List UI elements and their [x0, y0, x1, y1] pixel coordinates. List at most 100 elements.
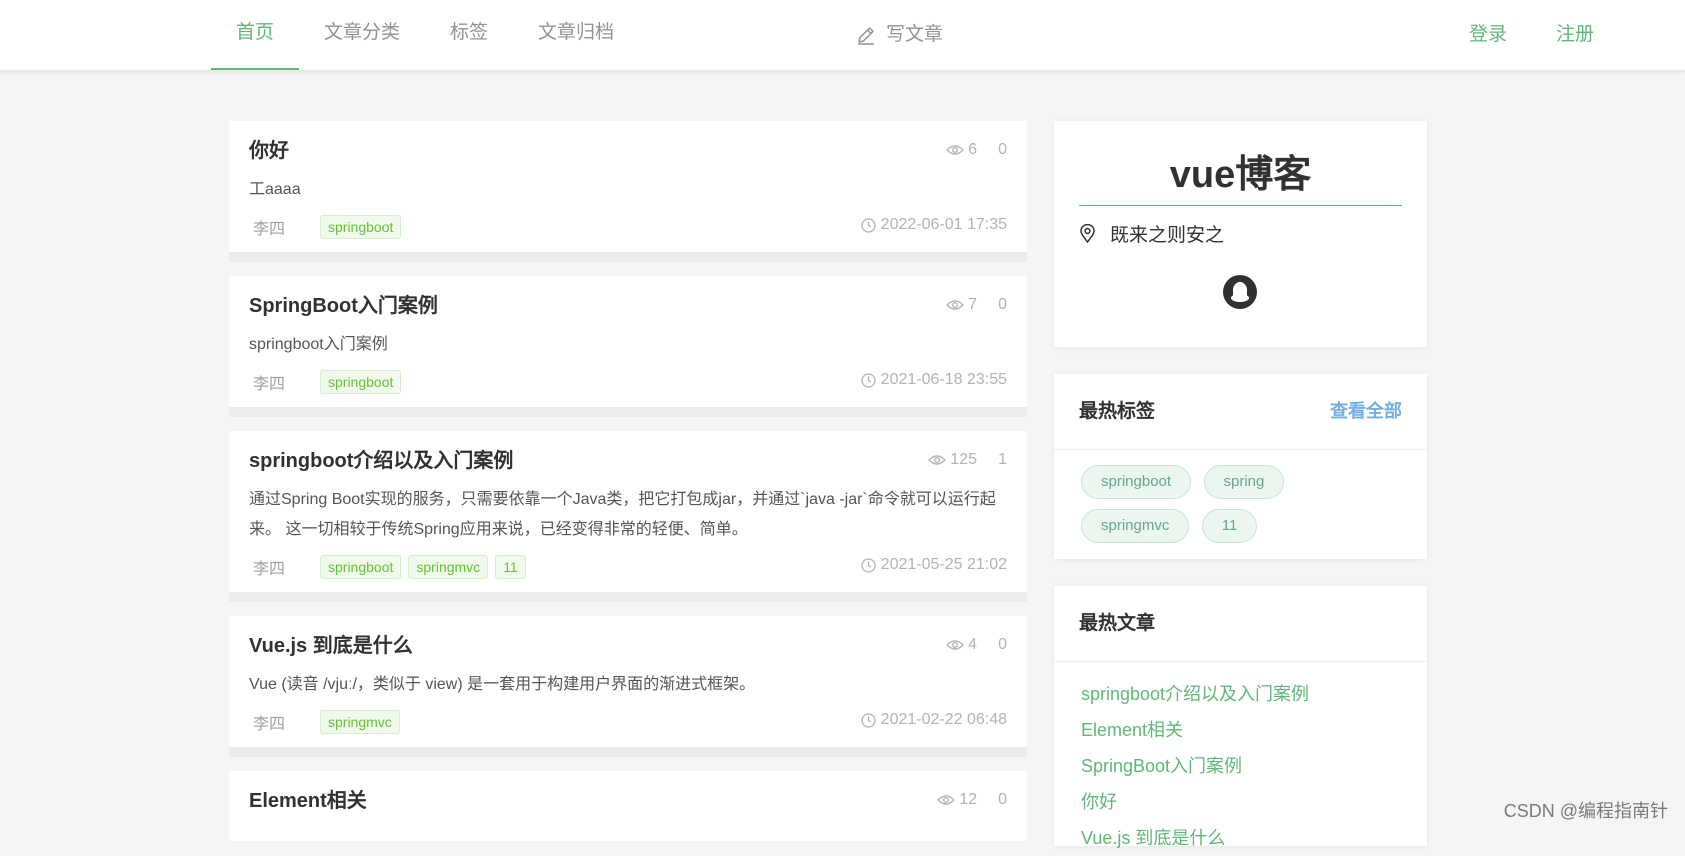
article-summary: springboot入门案例 [249, 336, 388, 353]
hot-articles-header: 最热文章 [1054, 586, 1427, 662]
article-tag[interactable]: 11 [495, 555, 526, 579]
article-title[interactable]: Element相关 [249, 787, 1007, 815]
hot-tag[interactable]: springboot [1081, 465, 1192, 499]
login-link[interactable]: 登录 [1469, 0, 1507, 70]
top-navbar: 首页 文章分类 标签 文章归档 写文章 登录 注册 [0, 0, 1685, 71]
article-title[interactable]: Vue.js 到底是什么 [249, 632, 1007, 660]
hot-articles-card: 最热文章 springboot介绍以及入门案例 Element相关 Spring… [1054, 586, 1427, 848]
hot-tags-header: 最热标签 查看全部 [1054, 374, 1427, 450]
article-tag[interactable]: springboot [320, 555, 402, 579]
hot-articles-list: springboot介绍以及入门案例 Element相关 SpringBoot入… [1054, 662, 1427, 856]
article-summary: 通过Spring Boot实现的服务，只需要依靠一个Java类，把它打包成jar… [249, 491, 996, 538]
watermark: CSDN @编程指南针 [1503, 801, 1668, 821]
write-article-button[interactable]: 写文章 [856, 0, 943, 70]
article-time-value: 2022-06-01 17:35 [880, 216, 1007, 233]
comment-count: 0 [998, 141, 1007, 158]
hot-tag[interactable]: 11 [1201, 509, 1258, 543]
article-author[interactable]: 李四 [253, 555, 320, 579]
article-title[interactable]: SpringBoot入门案例 [249, 292, 1007, 320]
view-count: 7 [946, 296, 977, 314]
article-author[interactable]: 李四 [253, 215, 320, 239]
blog-motto: 既来之则安之 [1079, 220, 1427, 247]
article-card[interactable]: springboot介绍以及入门案例 125 1 通过Spring Boot实现… [229, 431, 1027, 602]
pencil-icon [858, 27, 874, 45]
view-count: 4 [946, 636, 977, 654]
article-title[interactable]: springboot介绍以及入门案例 [249, 447, 1007, 475]
article-title[interactable]: 你好 [249, 137, 1007, 165]
article-stats: 7 0 [946, 296, 1007, 314]
view-count-value: 12 [959, 791, 977, 808]
clock-icon [861, 217, 876, 233]
main-nav: 首页 文章分类 标签 文章归档 [211, 0, 639, 70]
article-tag[interactable]: springmvc [408, 555, 489, 579]
article-meta: 李四 springboot 2021-06-18 23:55 [253, 367, 1007, 397]
article-card[interactable]: 你好 6 0 工aaaa 李四 springboot 2022-06-01 17… [229, 121, 1027, 262]
article-meta: 李四 springboot springmvc 11 2021-05-25 21… [253, 552, 1007, 582]
comment-count: 1 [998, 451, 1007, 468]
article-stats: 12 0 [937, 791, 1007, 809]
view-count: 6 [946, 141, 977, 159]
eye-icon [946, 300, 965, 310]
eye-icon [946, 145, 965, 155]
hot-article-link[interactable]: SpringBoot入门案例 [1081, 748, 1400, 784]
article-time-value: 2021-05-25 21:02 [880, 556, 1007, 573]
hot-article-link[interactable]: 你好 [1081, 784, 1400, 820]
article-meta: 李四 springmvc 2021-02-22 06:48 [253, 707, 1007, 737]
tag-cloud: springboot spring springmvc 11 [1054, 450, 1427, 553]
comment-count: 0 [998, 296, 1007, 313]
write-article-label: 写文章 [886, 24, 944, 45]
article-time: 2021-05-25 21:02 [861, 556, 1007, 574]
article-tag[interactable]: springmvc [320, 710, 400, 734]
article-time: 2022-06-01 17:35 [861, 216, 1007, 234]
hot-article-link[interactable]: Vue.js 到底是什么 [1081, 820, 1400, 856]
location-pin-icon [1080, 224, 1095, 243]
eye-icon [937, 795, 956, 805]
article-summary: Vue (读音 /vjuː/，类似于 view) 是一套用于构建用户界面的渐进式… [249, 676, 756, 693]
hot-tag[interactable]: spring [1203, 465, 1285, 499]
view-count-value: 4 [968, 636, 977, 653]
nav-item-archive[interactable]: 文章归档 [513, 0, 639, 70]
article-author[interactable]: 李四 [253, 710, 320, 734]
hot-article-link[interactable]: Element相关 [1081, 712, 1400, 748]
view-count-value: 7 [968, 296, 977, 313]
clock-icon [861, 557, 876, 573]
hot-article-link[interactable]: springboot介绍以及入门案例 [1081, 676, 1400, 712]
profile-card: vue博客 既来之则安之 [1054, 121, 1427, 347]
hot-tags-card: 最热标签 查看全部 springboot spring springmvc 11 [1054, 374, 1427, 559]
view-count: 12 [937, 791, 977, 809]
article-card[interactable]: Vue.js 到底是什么 4 0 Vue (读音 /vjuː/，类似于 view… [229, 616, 1027, 757]
article-card[interactable]: SpringBoot入门案例 7 0 springboot入门案例 李四 spr… [229, 276, 1027, 417]
eye-icon [946, 640, 965, 650]
eye-icon [928, 455, 947, 465]
nav-item-categories[interactable]: 文章分类 [299, 0, 425, 70]
article-stats: 4 0 [946, 636, 1007, 654]
view-count-value: 6 [968, 141, 977, 158]
view-count-value: 125 [950, 451, 977, 468]
hot-articles-title: 最热文章 [1079, 613, 1156, 634]
blog-name: vue博客 [1169, 154, 1312, 196]
view-count: 125 [928, 451, 977, 469]
divider [1079, 205, 1402, 206]
article-time-value: 2021-02-22 06:48 [880, 711, 1007, 728]
article-time-value: 2021-06-18 23:55 [880, 371, 1007, 388]
article-stats: 125 1 [928, 451, 1007, 469]
register-link[interactable]: 注册 [1556, 0, 1594, 70]
qq-penguin-glyph [1231, 282, 1249, 302]
article-stats: 6 0 [946, 141, 1007, 159]
article-time: 2021-02-22 06:48 [861, 711, 1007, 729]
view-all-tags-link[interactable]: 查看全部 [1330, 374, 1402, 449]
hot-tag[interactable]: springmvc [1081, 509, 1190, 543]
clock-icon [861, 712, 876, 728]
article-list: 你好 6 0 工aaaa 李四 springboot 2022-06-01 17… [229, 121, 1027, 855]
article-author[interactable]: 李四 [253, 370, 320, 394]
article-time: 2021-06-18 23:55 [861, 371, 1007, 389]
comment-count: 0 [998, 636, 1007, 653]
article-tag[interactable]: springboot [320, 370, 402, 394]
comment-count: 0 [998, 791, 1007, 808]
nav-item-tags[interactable]: 标签 [425, 0, 513, 70]
qq-icon[interactable] [1223, 275, 1257, 309]
article-meta: 李四 springboot 2022-06-01 17:35 [253, 212, 1007, 242]
article-tag[interactable]: springboot [320, 215, 402, 239]
article-card[interactable]: Element相关 12 0 [229, 771, 1027, 841]
nav-item-home[interactable]: 首页 [211, 0, 300, 70]
